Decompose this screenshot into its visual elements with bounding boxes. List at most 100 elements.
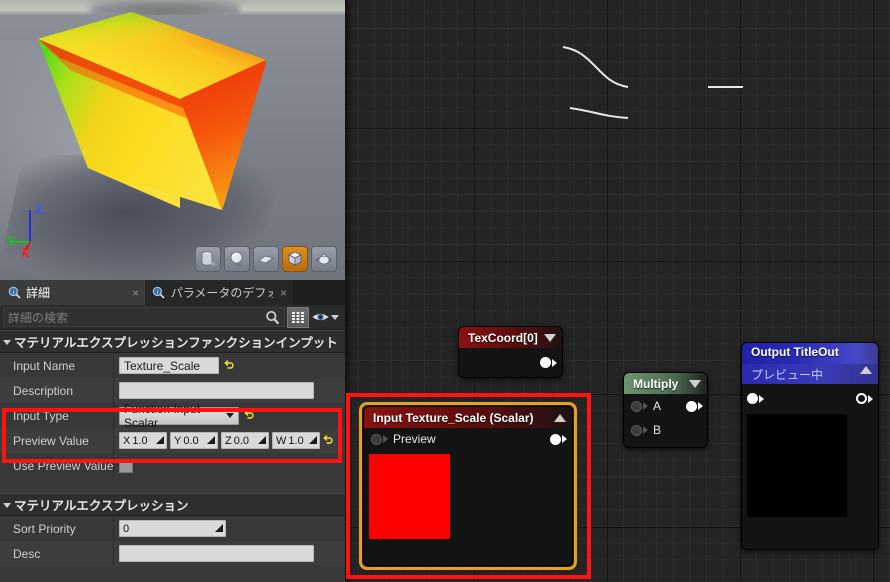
shape-button-sphere[interactable] (224, 246, 250, 272)
property-label: Input Type (13, 408, 69, 423)
details-magnifier-icon: i (7, 286, 21, 300)
unreal-material-editor: Z Y X i 詳細 × i パラメータのデフォ × 詳細の検索 マテリアルエク… (0, 0, 890, 582)
revert-icon[interactable] (224, 359, 235, 372)
grid-view-icon[interactable] (287, 306, 309, 328)
output-pin[interactable] (540, 357, 557, 368)
tab-parameter-defaults-label: パラメータのデフォル (170, 286, 273, 300)
input-name-field[interactable]: Texture_Scale (119, 357, 219, 374)
tab-details[interactable]: i 詳細 × (0, 280, 145, 305)
node-subtitle-label: プレビュー中 (751, 367, 824, 382)
category-title: マテリアルエクスプレッションファンクションインプット (14, 336, 338, 350)
sort-priority-field[interactable]: 0 (119, 520, 226, 537)
use-preview-value-checkbox[interactable] (119, 458, 133, 473)
pin-arrow-icon (698, 402, 703, 410)
node-texcoord[interactable]: TexCoord[0] (458, 326, 563, 378)
node-input-texture-scale[interactable]: Input Texture_Scale (Scalar) Preview (363, 406, 573, 566)
category-header-material-expression[interactable]: マテリアルエクスプレッション (0, 493, 345, 516)
pin-dot-icon (550, 433, 561, 445)
desc-field[interactable] (119, 545, 314, 562)
chevron-down-icon[interactable] (544, 333, 556, 342)
pin-dot-icon (371, 433, 382, 445)
drag-grip-icon[interactable] (258, 436, 267, 446)
revert-icon[interactable] (244, 409, 255, 422)
property-column-divider (113, 403, 114, 428)
preview-value-x-field[interactable]: X 1.0 (119, 432, 167, 449)
drag-grip-icon[interactable] (156, 436, 165, 446)
drag-grip-icon[interactable] (309, 436, 318, 446)
node-pin-row-a: A (624, 394, 707, 418)
input-name-value: Texture_Scale (124, 358, 201, 373)
preview-value-y-field[interactable]: Y 0.0 (170, 432, 218, 449)
node-title-bar[interactable]: Input Texture_Scale (Scalar) (364, 407, 572, 428)
property-row-desc: Desc (0, 541, 345, 566)
preview-value-w-field[interactable]: W 1.0 (272, 432, 320, 449)
category-header-material-expression-function-input[interactable]: マテリアルエクスプレッションファンクションインプット (0, 330, 345, 353)
pin-arrow-icon (383, 435, 388, 443)
gizmo-label-x: X (21, 245, 31, 260)
property-label: Preview Value (13, 433, 89, 448)
node-preview-pin-row: Preview (364, 428, 572, 450)
shape-button-cylinder[interactable] (195, 246, 221, 272)
pin-dot-icon (631, 400, 642, 412)
shape-button-plane[interactable] (253, 246, 279, 272)
property-list-spacer (0, 478, 345, 493)
node-output-titleout[interactable]: Output TitleOut プレビュー中 (741, 342, 879, 550)
drag-grip-icon[interactable] (215, 524, 224, 534)
input-pin-b[interactable] (631, 424, 648, 436)
property-row-input-type: Input Type Function Input Scalar (0, 402, 345, 430)
gizmo-label-z: Z (35, 202, 44, 217)
node-title-label: Output TitleOut (751, 345, 839, 359)
node-body: A B (624, 394, 707, 447)
pin-dot-icon (856, 393, 867, 404)
revert-icon[interactable] (323, 434, 334, 447)
chevron-down-icon[interactable] (689, 379, 701, 388)
material-preview-viewport[interactable]: Z Y X (0, 0, 345, 280)
property-column-divider (113, 353, 114, 378)
input-type-value: Function Input Scalar (124, 401, 201, 430)
node-title-bar[interactable]: TexCoord[0] (459, 327, 562, 348)
pin-dot-icon (747, 393, 758, 404)
tab-details-close-icon[interactable]: × (132, 286, 139, 300)
preview-value-z-field[interactable]: Z 0.0 (221, 432, 269, 449)
shape-button-teapot[interactable] (311, 246, 337, 272)
material-function-graph[interactable]: TexCoord[0] Input Texture_Scale (Scalar) (345, 0, 890, 582)
input-pin[interactable] (747, 393, 764, 404)
eye-visibility-icon[interactable] (312, 311, 339, 323)
input-type-dropdown[interactable]: Function Input Scalar (119, 402, 239, 430)
tab-parameter-defaults-close-icon[interactable]: × (280, 286, 287, 300)
drag-grip-icon[interactable] (207, 436, 216, 446)
search-input[interactable]: 詳細の検索 (3, 307, 285, 327)
pin-arrow-icon (868, 394, 873, 403)
property-row-input-name: Input Name Texture_Scale (0, 353, 345, 378)
property-row-use-preview-value: Use Preview Value a (0, 453, 345, 478)
output-pin[interactable] (686, 400, 703, 412)
node-body: Preview (364, 428, 572, 565)
pin-label-b: B (653, 423, 662, 437)
tab-details-label: 詳細 (26, 286, 51, 300)
chevron-down-icon[interactable] (331, 314, 339, 320)
pin-arrow-icon (643, 402, 648, 410)
input-pin-a[interactable] (631, 400, 648, 412)
input-pin-preview[interactable] (371, 433, 388, 445)
node-title-bar[interactable]: Output TitleOut (742, 343, 878, 364)
pin-arrow-icon (759, 394, 764, 403)
node-title-bar[interactable]: Multiply (624, 373, 707, 394)
chevron-collapse-icon (3, 502, 11, 508)
property-row-sort-priority: Sort Priority 0 (0, 516, 345, 541)
shape-button-cube[interactable] (282, 246, 308, 272)
details-tab-strip: i 詳細 × i パラメータのデフォル × (0, 280, 345, 305)
property-column-divider (113, 541, 114, 566)
details-property-list: マテリアルエクスプレッションファンクションインプット Input Name Te… (0, 330, 345, 582)
node-multiply[interactable]: Multiply A B (623, 372, 708, 448)
property-label: Description (13, 383, 74, 398)
output-pin[interactable] (856, 393, 873, 404)
gizmo-label-y: Y (6, 233, 16, 248)
chevron-up-icon[interactable] (860, 366, 872, 374)
property-row-preview-value: Preview Value X 1.0 Y 0.0 Z 0.0 W 1.0 (0, 428, 345, 453)
tab-parameter-defaults[interactable]: i パラメータのデフォル × (145, 280, 293, 305)
output-pin[interactable] (550, 433, 567, 445)
chevron-up-icon[interactable] (554, 413, 566, 422)
node-title-label: Multiply (633, 376, 679, 391)
description-field[interactable] (119, 382, 314, 399)
category-title: マテリアルエクスプレッション (14, 499, 189, 513)
